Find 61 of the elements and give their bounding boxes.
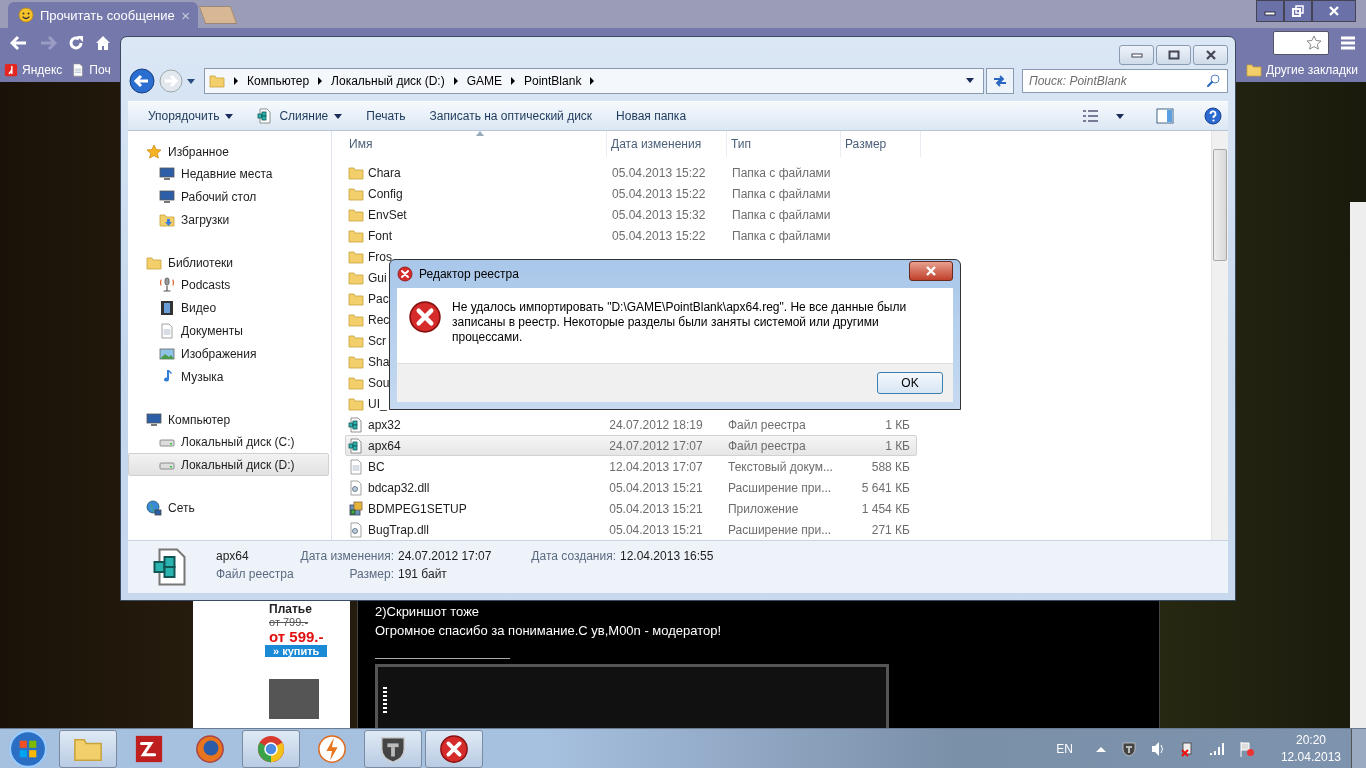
file-name: apx64	[216, 549, 250, 563]
file-name: Font	[368, 228, 392, 243]
file-name: BC	[368, 459, 385, 474]
file-name: Gui	[368, 270, 387, 285]
file-name: Pac	[368, 291, 389, 306]
file-name: Chara	[368, 165, 401, 180]
file-name: BugTrap.dll	[368, 522, 429, 537]
file-type: Файл реестра	[726, 438, 807, 453]
file-date: 05.04.2013 15:21	[608, 480, 704, 495]
file-type: Приложение	[726, 501, 800, 516]
detail-label: Дата изменения:	[299, 549, 394, 563]
file-size: 1 КБ	[884, 417, 911, 432]
file-name: Sha	[368, 354, 390, 369]
file-date: 12.04.2013 17:07	[608, 459, 704, 474]
file-date: 24.07.2012 18:19	[608, 417, 704, 432]
dialog-title: Редактор реестра	[419, 267, 519, 281]
file-date: 05.04.2013 15:32	[611, 207, 707, 222]
file-name: Config	[368, 186, 403, 201]
file-type: Файл реестра	[726, 417, 807, 432]
error-message: Не удалось импортировать "D:\GAME\PointBlank\apx64.reg". Не все данные были записаны в реестр. Некоторые разделы были заняты системой или другими процессами.	[452, 300, 908, 345]
file-date: 05.04.2013 15:22	[611, 186, 707, 201]
file-type: Папка с файлами	[731, 207, 832, 222]
file-name: Scr	[368, 333, 386, 348]
file-date: 05.04.2013 15:21	[608, 522, 704, 537]
detail-value: 191 байт	[398, 567, 448, 581]
file-date: 24.07.2012 17:07	[608, 438, 704, 453]
file-size: 1 КБ	[884, 438, 911, 453]
clock-time: 20:20	[1295, 731, 1326, 749]
file-date: 05.04.2013 15:21	[608, 501, 704, 516]
file-name: UI_	[368, 396, 387, 411]
file-date: 05.04.2013 15:22	[611, 228, 707, 243]
file-type: Папка с файлами	[731, 165, 832, 180]
file-name: Sou	[368, 375, 390, 390]
file-size: 271 КБ	[870, 522, 911, 537]
file-size: 5 641 КБ	[860, 480, 911, 495]
file-name: Fros	[368, 249, 392, 264]
file-type: Папка с файлами	[731, 228, 832, 243]
old-price: от 799.-	[269, 616, 309, 628]
file-type: Файл реестра	[216, 567, 295, 581]
file-date: 05.04.2013 15:22	[611, 165, 707, 180]
detail-value: 12.04.2013 16:55	[620, 549, 715, 563]
file-name: apx64	[368, 438, 401, 453]
file-size: 588 КБ	[870, 459, 911, 474]
file-type: Расширение при...	[726, 480, 833, 495]
new-price: от 599.-	[269, 628, 324, 645]
ad-title: Платье	[269, 602, 312, 616]
detail-value: 24.07.2012 17:07	[398, 549, 493, 563]
clock-date: 12.04.2013	[1280, 748, 1341, 766]
file-type: Папка с файлами	[731, 186, 832, 201]
file-type: Текстовый докум...	[726, 459, 834, 474]
file-name: Rec	[368, 312, 390, 327]
file-name: BDMPEG1SETUP	[368, 501, 467, 516]
post-text: 2)Скриншот тоже	[375, 603, 481, 621]
file-name: EnvSet	[368, 207, 407, 222]
post-text: Огромное спасибо за понимание.С ув,M00n - модератор!	[375, 622, 723, 640]
file-name: bdcap32.dll	[368, 480, 430, 495]
file-size: 1 454 КБ	[860, 501, 911, 516]
detail-label: Дата создания:	[530, 549, 616, 563]
file-type: Расширение при...	[726, 522, 833, 537]
detail-label: Размер:	[348, 567, 394, 581]
file-name: apx32	[368, 417, 401, 432]
